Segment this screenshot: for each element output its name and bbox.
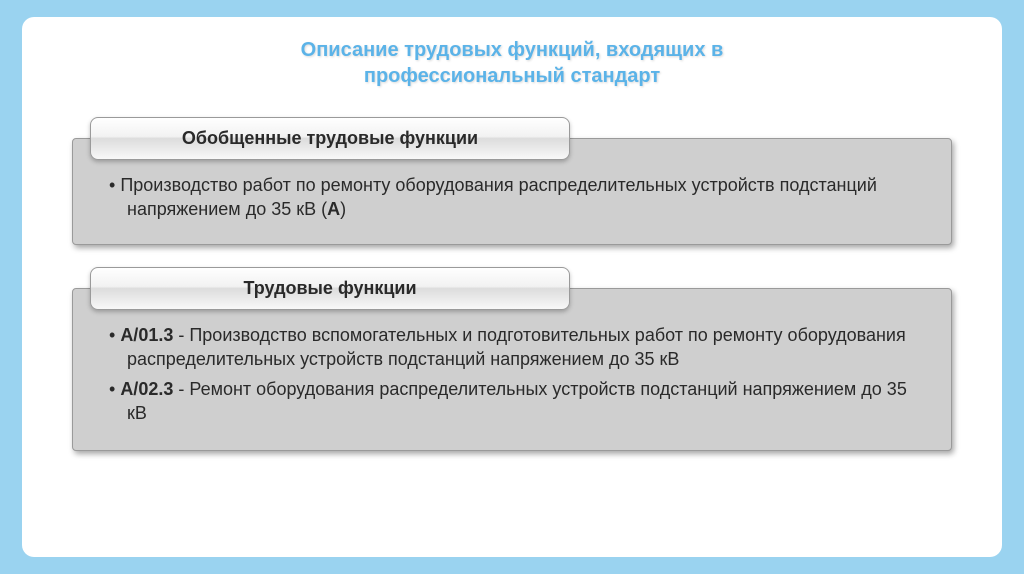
block2-header: Трудовые функции bbox=[90, 267, 570, 310]
title-line-1: Описание трудовых функций, входящих в bbox=[301, 39, 724, 61]
block1-item1-code: А bbox=[327, 199, 340, 219]
block2-item2-text: - Ремонт оборудования распределительных … bbox=[127, 379, 907, 423]
block2-item1: А/01.3 - Производство вспомогательных и … bbox=[109, 323, 915, 372]
block1-item1: Производство работ по ремонту оборудован… bbox=[109, 173, 915, 222]
block2-item1-text: - Производство вспомогательных и подгото… bbox=[127, 325, 906, 369]
block1-item1-close: ) bbox=[340, 199, 346, 219]
block-generalized-functions: Обобщенные трудовые функции Производство… bbox=[72, 117, 952, 245]
block2-item1-code: А/01.3 bbox=[120, 325, 173, 345]
slide-title: Описание трудовых функций, входящих в пр… bbox=[72, 37, 952, 89]
block1-header: Обобщенные трудовые функции bbox=[90, 117, 570, 160]
block2-item2-code: А/02.3 bbox=[120, 379, 173, 399]
block1-item1-text: Производство работ по ремонту оборудован… bbox=[120, 175, 877, 219]
block2-body: А/01.3 - Производство вспомогательных и … bbox=[72, 288, 952, 451]
block2-item2: А/02.3 - Ремонт оборудования распределит… bbox=[109, 377, 915, 426]
block-labor-functions: Трудовые функции А/01.3 - Производство в… bbox=[72, 267, 952, 451]
slide-container: Описание трудовых функций, входящих в пр… bbox=[22, 17, 1002, 557]
title-line-2: профессиональный стандарт bbox=[364, 65, 660, 87]
